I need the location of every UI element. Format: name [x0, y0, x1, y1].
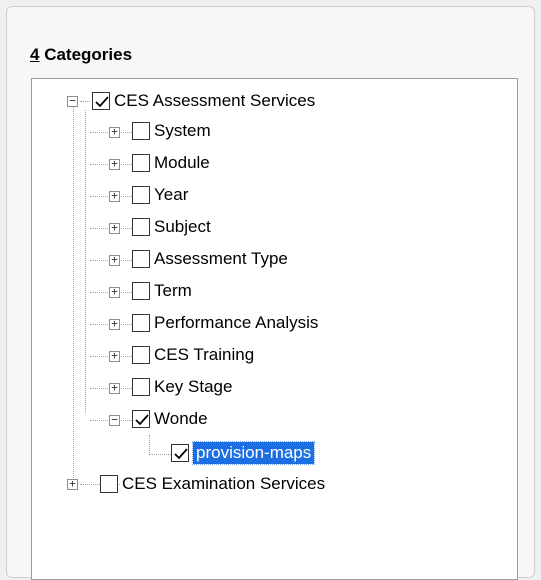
tree-item-ces-assessment-services[interactable]: CES Assessment Services [114, 90, 315, 112]
tree-item-assessment-type[interactable]: Assessment Type [154, 248, 288, 270]
tree-checkbox-year[interactable] [132, 186, 150, 204]
tree-checkbox-system[interactable] [132, 122, 150, 140]
tree-item-year[interactable]: Year [154, 184, 188, 206]
tree-item-wonde[interactable]: Wonde [154, 408, 208, 430]
collapse-icon[interactable]: − [67, 95, 78, 107]
expand-icon[interactable]: + [109, 190, 120, 202]
tree-line [149, 454, 171, 455]
tree-item-ces-examination-services[interactable]: CES Examination Services [122, 473, 325, 495]
expand-icon[interactable]: + [109, 158, 120, 170]
tree-checkbox-ces-training[interactable] [132, 346, 150, 364]
tree-checkbox-key-stage[interactable] [132, 378, 150, 396]
tree-item-performance-analysis[interactable]: Performance Analysis [154, 312, 318, 334]
checkmark-icon [174, 448, 188, 460]
tree-checkbox-assessment-type[interactable] [132, 250, 150, 268]
tree-item-system[interactable]: System [154, 120, 211, 142]
tree-checkbox-performance-analysis[interactable] [132, 314, 150, 332]
expand-icon[interactable]: + [109, 318, 120, 330]
checkmark-icon [135, 414, 149, 426]
tree-item-term[interactable]: Term [154, 280, 192, 302]
collapse-icon[interactable]: − [109, 414, 120, 426]
tree-line [149, 435, 150, 455]
tree-checkbox-subject[interactable] [132, 218, 150, 236]
tree-checkbox-wonde[interactable] [132, 410, 150, 428]
tree-line [80, 101, 90, 102]
group-title-text: Categories [39, 45, 133, 64]
tree-checkbox-module[interactable] [132, 154, 150, 172]
expand-icon[interactable]: + [109, 350, 120, 362]
root2-checkbox[interactable] [100, 475, 118, 493]
tree-line [73, 106, 74, 484]
expand-icon[interactable]: + [109, 382, 120, 394]
checkmark-icon [95, 96, 109, 108]
expand-icon[interactable]: + [67, 478, 78, 490]
root1-checkbox[interactable] [92, 92, 110, 110]
tree-item-key-stage[interactable]: Key Stage [154, 376, 232, 398]
tree-item-module[interactable]: Module [154, 152, 210, 174]
leaf-checkbox[interactable] [171, 444, 189, 462]
expand-icon[interactable]: + [109, 222, 120, 234]
expand-icon[interactable]: + [109, 126, 120, 138]
tree-item-ces-training[interactable]: CES Training [154, 344, 254, 366]
group-title: 4 Categories [30, 45, 132, 65]
tree-item-provision-maps[interactable]: provision-maps [191, 441, 316, 465]
expand-icon[interactable]: + [109, 254, 120, 266]
tree-line [85, 110, 86, 413]
expand-icon[interactable]: + [109, 286, 120, 298]
tree-item-subject[interactable]: Subject [154, 216, 211, 238]
tree-checkbox-term[interactable] [132, 282, 150, 300]
